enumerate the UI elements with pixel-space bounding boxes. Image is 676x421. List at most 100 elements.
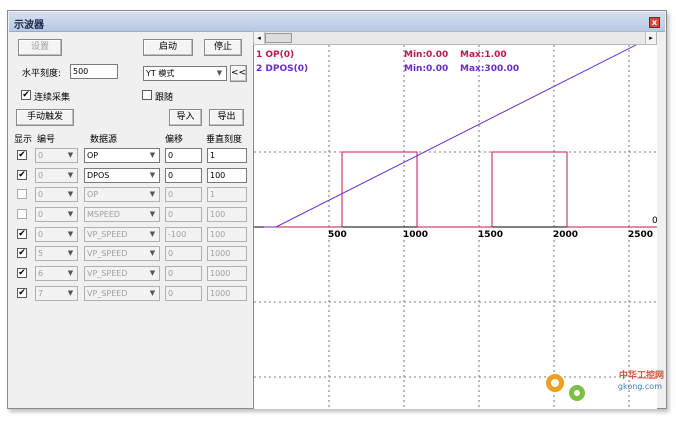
chevron-down-icon: ▼: [216, 69, 223, 77]
header-offset: 偏移: [165, 135, 184, 145]
row-number-value: 0: [38, 210, 44, 219]
scroll-left-icon[interactable]: ◂: [254, 32, 265, 44]
row-offset-input[interactable]: 0: [165, 286, 202, 301]
window-title: 示波器: [14, 20, 44, 31]
header-source: 数据源: [90, 135, 118, 145]
chevron-down-icon: ▼: [149, 269, 156, 277]
row-number-select[interactable]: 0 ▼: [35, 168, 78, 183]
mode-select-value: YT 模式: [146, 69, 175, 78]
oscilloscope-plot: 500 1000 1500 2000 2500 0 1 OP(0) Min:0.00 Max:1…: [253, 45, 657, 409]
row-show-checkbox[interactable]: ✔: [17, 229, 27, 239]
import-button[interactable]: 导入: [169, 109, 202, 126]
settings-button[interactable]: 设置: [18, 39, 62, 56]
row-source-select[interactable]: OP ▼: [84, 187, 160, 202]
row-number-value: 0: [38, 190, 44, 199]
chevron-down-icon: ▼: [67, 151, 74, 159]
row-offset-input[interactable]: 0: [165, 168, 202, 183]
chevron-down-icon: ▼: [149, 171, 156, 179]
continuous-label: 连续采集: [34, 93, 71, 103]
row-offset-input[interactable]: 0: [165, 148, 202, 163]
row-number-value: 0: [38, 230, 44, 239]
close-icon[interactable]: x: [649, 17, 660, 28]
row-source-select[interactable]: OP ▼: [84, 148, 160, 163]
gear-icon: [546, 374, 585, 401]
row-show-checkbox[interactable]: ✔: [17, 170, 27, 180]
start-button[interactable]: 启动: [143, 39, 193, 56]
row-number-select[interactable]: 7 ▼: [35, 286, 78, 301]
chevron-down-icon: ▼: [149, 190, 156, 198]
row-offset-input[interactable]: 0: [165, 246, 202, 261]
legend-max: Max:1.00: [460, 50, 507, 60]
export-button[interactable]: 导出: [209, 109, 244, 126]
row-source-select[interactable]: VP_SPEED ▼: [84, 227, 160, 242]
row-number-select[interactable]: 0 ▼: [35, 227, 78, 242]
row-scale-input[interactable]: 100: [207, 227, 247, 242]
row-source-value: VP_SPEED: [87, 269, 128, 278]
row-number-select[interactable]: 0 ▼: [35, 148, 78, 163]
watermark-text: 中华工控网: [618, 371, 664, 381]
row-scale-input[interactable]: 1: [207, 148, 247, 163]
row-scale-input[interactable]: 100: [207, 168, 247, 183]
scroll-thumb[interactable]: [265, 33, 292, 43]
row-number-value: 0: [38, 171, 44, 180]
row-number-select[interactable]: 5 ▼: [35, 246, 78, 261]
mode-select[interactable]: YT 模式 ▼: [143, 66, 227, 81]
row-scale-input[interactable]: 1000: [207, 266, 247, 281]
header-number: 编号: [37, 135, 56, 145]
row-number-value: 5: [38, 249, 44, 258]
row-source-select[interactable]: VP_SPEED ▼: [84, 266, 160, 281]
row-show-checkbox[interactable]: ✔: [17, 248, 27, 258]
plot-canvas: 500 1000 1500 2000 2500 0 1 OP(0) Min:0.00 Max:1…: [254, 45, 657, 409]
row-scale-input[interactable]: 1000: [207, 286, 247, 301]
row-source-value: VP_SPEED: [87, 230, 128, 239]
row-source-select[interactable]: VP_SPEED ▼: [84, 246, 160, 261]
row-show-checkbox[interactable]: [17, 189, 27, 199]
chevron-down-icon: ▼: [67, 230, 74, 238]
hscale-label: 水平刻度:: [22, 69, 62, 79]
legend-series-name: 2 DPOS(0): [256, 64, 308, 74]
row-source-value: DPOS: [87, 171, 110, 180]
chevron-down-icon: ▼: [67, 210, 74, 218]
row-show-checkbox[interactable]: [17, 209, 27, 219]
row-scale-input[interactable]: 1: [207, 187, 247, 202]
row-source-select[interactable]: MSPEED ▼: [84, 207, 160, 222]
chevron-down-icon: ▼: [67, 249, 74, 257]
follow-checkbox[interactable]: [142, 90, 152, 100]
row-offset-input[interactable]: 0: [165, 266, 202, 281]
manual-trigger-button[interactable]: 手动触发: [16, 109, 74, 126]
row-number-value: 7: [38, 289, 44, 298]
row-scale-input[interactable]: 1000: [207, 246, 247, 261]
zero-label: 0: [652, 216, 657, 226]
x-tick-label: 1000: [403, 230, 428, 240]
row-source-value: MSPEED: [87, 210, 121, 219]
series-line-2: [264, 45, 637, 228]
plot-scrollbar[interactable]: ◂ ▸: [253, 31, 657, 45]
collapse-button[interactable]: <<: [230, 65, 247, 82]
x-tick-label: 2500: [628, 230, 653, 240]
stop-button[interactable]: 停止: [204, 39, 242, 56]
row-number-value: 6: [38, 269, 44, 278]
follow-label: 跟随: [155, 93, 174, 103]
row-show-checkbox[interactable]: ✔: [17, 150, 27, 160]
row-number-select[interactable]: 0 ▼: [35, 207, 78, 222]
row-show-checkbox[interactable]: ✔: [17, 268, 27, 278]
row-source-value: OP: [87, 190, 99, 199]
row-offset-input[interactable]: -100: [165, 227, 202, 242]
header-vscale: 垂直刻度: [206, 135, 243, 145]
row-source-value: VP_SPEED: [87, 289, 128, 298]
hscale-input[interactable]: 500: [70, 64, 118, 79]
row-show-checkbox[interactable]: ✔: [17, 288, 27, 298]
continuous-checkbox[interactable]: ✔: [21, 90, 31, 100]
row-offset-input[interactable]: 0: [165, 187, 202, 202]
title-bar: 示波器 x: [9, 12, 665, 32]
row-source-value: VP_SPEED: [87, 249, 128, 258]
scroll-right-icon[interactable]: ▸: [645, 32, 656, 44]
row-offset-input[interactable]: 0: [165, 207, 202, 222]
row-scale-input[interactable]: 100: [207, 207, 247, 222]
legend-min: Min:0.00: [404, 50, 448, 60]
row-source-select[interactable]: DPOS ▼: [84, 168, 160, 183]
row-number-select[interactable]: 0 ▼: [35, 187, 78, 202]
chevron-down-icon: ▼: [149, 210, 156, 218]
row-source-select[interactable]: VP_SPEED ▼: [84, 286, 160, 301]
row-number-select[interactable]: 6 ▼: [35, 266, 78, 281]
